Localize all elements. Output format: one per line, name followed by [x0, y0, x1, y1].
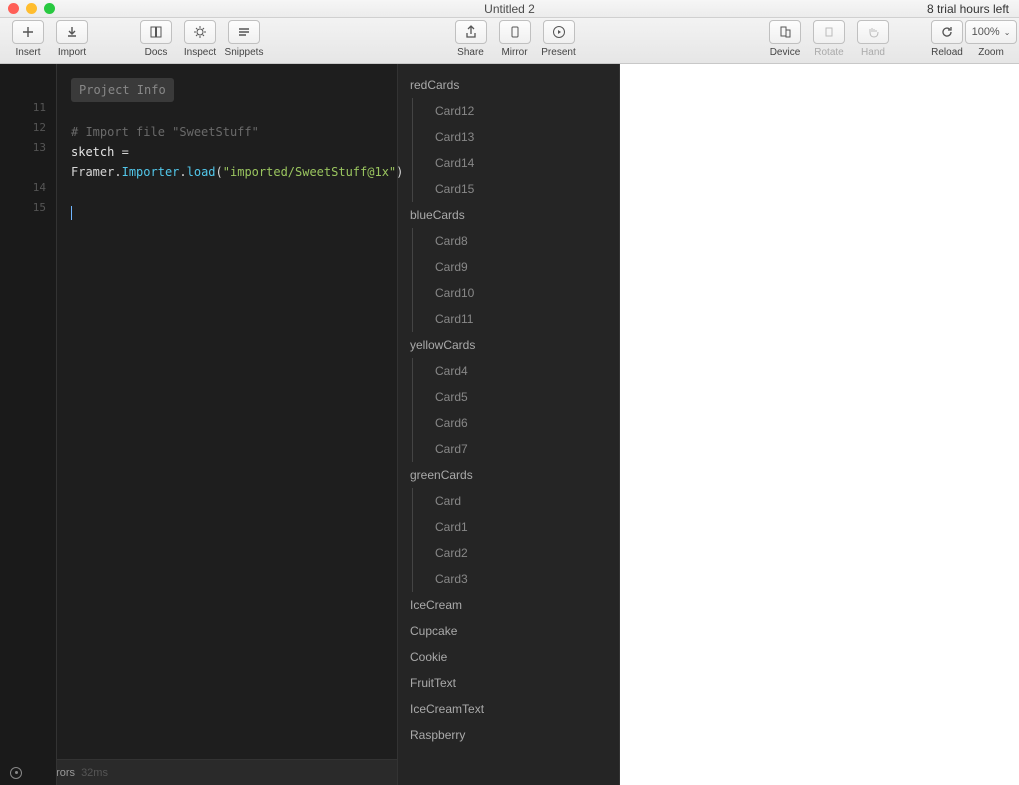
import-button[interactable]: Import	[50, 20, 94, 58]
layer-item[interactable]: Cupcake	[398, 618, 619, 644]
layer-group[interactable]: redCards	[398, 72, 619, 98]
layer-item[interactable]: Card9	[412, 254, 619, 280]
mirror-button[interactable]: Mirror	[493, 20, 537, 58]
docs-button[interactable]: Docs	[134, 20, 178, 58]
toolbar-group-left: Insert Import	[6, 20, 94, 58]
share-icon	[455, 20, 487, 44]
toolbar: Insert Import Docs Inspect Snippets Shar…	[0, 18, 1019, 64]
layer-item[interactable]: Card5	[412, 384, 619, 410]
layer-item[interactable]: Card12	[412, 98, 619, 124]
layer-item[interactable]: Card11	[412, 306, 619, 332]
plus-icon	[12, 20, 44, 44]
zoom-select[interactable]: 100% ⌄	[965, 20, 1018, 44]
line-number: 15	[0, 198, 46, 218]
layers-panel[interactable]: redCardsCard12Card13Card14Card15blueCard…	[397, 64, 620, 785]
layer-item[interactable]: Card15	[412, 176, 619, 202]
layer-group[interactable]: yellowCards	[398, 332, 619, 358]
hand-button[interactable]: Hand	[851, 20, 895, 58]
toolbar-group-share: Share Mirror Present	[449, 20, 581, 58]
layer-item[interactable]: Card1	[412, 514, 619, 540]
play-icon	[543, 20, 575, 44]
main-area: 11 12 13 14 15 Project Info # Import fil…	[0, 64, 1019, 785]
window-controls	[8, 3, 55, 14]
status-bar: No Errors 32ms	[0, 759, 397, 785]
reload-icon	[931, 20, 963, 44]
reload-button[interactable]: Reload	[925, 20, 969, 58]
share-button[interactable]: Share	[449, 20, 493, 58]
layer-item[interactable]: IceCreamText	[398, 696, 619, 722]
line-gutter: 11 12 13 14 15	[0, 64, 57, 785]
gear-icon	[184, 20, 216, 44]
layer-item[interactable]: Card2	[412, 540, 619, 566]
layer-item[interactable]: Raspberry	[398, 722, 619, 748]
rotate-icon	[813, 20, 845, 44]
device-icon	[769, 20, 801, 44]
layer-group[interactable]: greenCards	[398, 462, 619, 488]
book-icon	[140, 20, 172, 44]
cursor-line	[71, 202, 383, 222]
code-editor[interactable]: Project Info # Import file "SweetStuff" …	[57, 64, 397, 222]
line-number: 11	[0, 98, 46, 118]
mirror-icon	[499, 20, 531, 44]
titlebar: Untitled 2 8 trial hours left	[0, 0, 1019, 18]
chevron-down-icon: ⌄	[1004, 28, 1011, 37]
target-icon[interactable]	[10, 767, 22, 779]
layer-item[interactable]: Card14	[412, 150, 619, 176]
layer-group[interactable]: blueCards	[398, 202, 619, 228]
snippets-button[interactable]: Snippets	[222, 20, 266, 58]
close-window-button[interactable]	[8, 3, 19, 14]
trial-status: 8 trial hours left	[927, 2, 1009, 16]
editor-pane: 11 12 13 14 15 Project Info # Import fil…	[0, 64, 397, 785]
layer-item[interactable]: Card10	[412, 280, 619, 306]
inspect-button[interactable]: Inspect	[178, 20, 222, 58]
toolbar-group-right: Reload 100% ⌄ Zoom	[925, 20, 1013, 58]
device-button[interactable]: Device	[763, 20, 807, 58]
minimize-window-button[interactable]	[26, 3, 37, 14]
insert-button[interactable]: Insert	[6, 20, 50, 58]
zoom-control[interactable]: 100% ⌄ Zoom	[969, 20, 1013, 58]
maximize-window-button[interactable]	[44, 3, 55, 14]
layer-item[interactable]: Card13	[412, 124, 619, 150]
line-number: 12	[0, 118, 46, 138]
lines-icon	[228, 20, 260, 44]
code-line: sketch = Framer.Importer.load("imported/…	[71, 142, 383, 182]
layer-item[interactable]: Cookie	[398, 644, 619, 670]
layer-item[interactable]: Card6	[412, 410, 619, 436]
layer-item[interactable]: Card8	[412, 228, 619, 254]
project-info-chip[interactable]: Project Info	[71, 78, 174, 102]
toolbar-group-device: Device Rotate Hand	[763, 20, 895, 58]
layer-item[interactable]: Card	[412, 488, 619, 514]
layer-item[interactable]: Card4	[412, 358, 619, 384]
present-button[interactable]: Present	[537, 20, 581, 58]
text-cursor	[71, 206, 72, 220]
layer-item[interactable]: Card7	[412, 436, 619, 462]
zoom-value: 100%	[972, 26, 1000, 38]
layer-item[interactable]: IceCream	[398, 592, 619, 618]
compile-time: 32ms	[81, 767, 108, 779]
hand-icon	[857, 20, 889, 44]
rotate-button[interactable]: Rotate	[807, 20, 851, 58]
toolbar-group-docs: Docs Inspect Snippets	[134, 20, 266, 58]
window-title: Untitled 2	[484, 2, 535, 16]
line-number: 13	[0, 138, 46, 158]
layer-item[interactable]: Card3	[412, 566, 619, 592]
download-icon	[56, 20, 88, 44]
preview-pane[interactable]	[620, 64, 1019, 785]
layer-item[interactable]: FruitText	[398, 670, 619, 696]
code-comment: # Import file "SweetStuff"	[71, 122, 383, 142]
line-number: 14	[0, 178, 46, 198]
